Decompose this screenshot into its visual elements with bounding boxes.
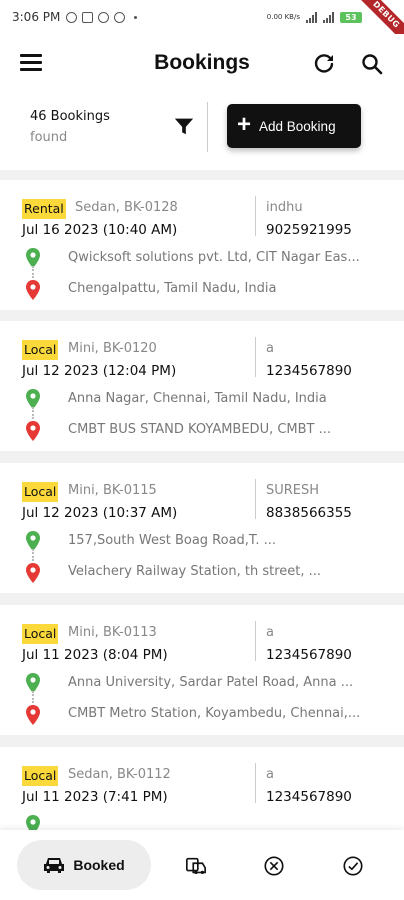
- booking-card[interactable]: Rental Sedan, BK-0128 Jul 16 2023 (10:40…: [0, 180, 404, 310]
- signal-icon: [306, 11, 317, 23]
- drop-location: CMBT Metro Station, Koyambedu, Chennai,.…: [68, 706, 361, 721]
- bookings-count-line2: found: [30, 130, 68, 145]
- booking-type-badge: Local: [22, 482, 59, 502]
- transport-icon[interactable]: [185, 855, 207, 877]
- drop-pin-icon: [26, 421, 40, 441]
- booking-datetime: Jul 11 2023 (8:04 PM): [22, 647, 168, 663]
- search-icon[interactable]: [360, 52, 384, 76]
- refresh-icon[interactable]: [312, 52, 336, 76]
- bookings-summary: 46 Bookings found + Add Booking: [0, 94, 404, 170]
- customer-phone: 1234567890: [266, 647, 352, 663]
- add-booking-button[interactable]: + Add Booking: [227, 104, 361, 148]
- cancel-circle-icon[interactable]: [263, 855, 285, 877]
- customer-phone: 8838566355: [266, 505, 352, 521]
- drop-pin-icon: [26, 280, 40, 300]
- customer-name: a: [266, 767, 274, 782]
- booking-vehicle: Sedan, BK-0112: [68, 767, 171, 782]
- app-notification-icon-2: [114, 11, 126, 23]
- route-dots: [32, 691, 34, 703]
- message-icon: [82, 11, 94, 23]
- customer-phone: 1234567890: [266, 789, 352, 805]
- card-divider: [255, 621, 256, 661]
- car-icon: [44, 858, 65, 873]
- customer-name: a: [266, 625, 274, 640]
- drop-location: Velachery Railway Station, th street, ..…: [68, 564, 322, 579]
- add-booking-label: Add Booking: [259, 118, 336, 134]
- route-dots: [32, 407, 34, 419]
- booking-vehicle: Mini, BK-0113: [68, 625, 157, 640]
- network-speed: 0.00 KB/s: [266, 13, 300, 21]
- customer-phone: 9025921995: [266, 222, 352, 238]
- drop-location: Chengalpattu, Tamil Nadu, India: [68, 281, 277, 296]
- booking-datetime: Jul 12 2023 (10:37 AM): [22, 505, 178, 521]
- pickup-location: 157,South West Boag Road,T. ...: [68, 533, 276, 548]
- booking-card[interactable]: Local Mini, BK-0120 Jul 12 2023 (12:04 P…: [0, 321, 404, 451]
- pickup-location: Qwicksoft solutions pvt. Ltd, CIT Nagar …: [68, 250, 360, 265]
- nav-booked-tab[interactable]: Booked: [17, 840, 151, 890]
- booking-vehicle: Mini, BK-0115: [68, 483, 157, 498]
- booking-type-badge: Local: [22, 624, 59, 644]
- bookings-count: 46 Bookings found: [30, 106, 110, 148]
- card-divider: [255, 196, 256, 236]
- plus-icon: +: [237, 111, 252, 138]
- booking-datetime: Jul 16 2023 (10:40 AM): [22, 222, 178, 238]
- route-dots: [32, 549, 34, 561]
- customer-name: a: [266, 341, 274, 356]
- app-bar: Bookings: [0, 34, 404, 94]
- booking-datetime: Jul 12 2023 (12:04 PM): [22, 363, 177, 379]
- status-time: 3:06 PM: [12, 10, 61, 24]
- booking-vehicle: Mini, BK-0120: [68, 341, 157, 356]
- booking-card[interactable]: Local Mini, BK-0113 Jul 11 2023 (8:04 PM…: [0, 605, 404, 735]
- page-title: Bookings: [154, 51, 250, 74]
- check-circle-icon[interactable]: [342, 855, 364, 877]
- customer-name: indhu: [266, 200, 303, 215]
- divider: [207, 102, 208, 152]
- battery-icon: 53: [340, 11, 362, 23]
- booking-type-badge: Rental: [22, 199, 66, 219]
- pickup-location: Anna Nagar, Chennai, Tamil Nadu, India: [68, 391, 327, 406]
- more-notifications-icon: [134, 15, 138, 19]
- nav-booked-label: Booked: [73, 857, 125, 873]
- status-bar: 3:06 PM 0.00 KB/s 53 DEBUG: [0, 0, 404, 49]
- signal-icon-2: [323, 11, 334, 23]
- pickup-pin-icon: [26, 673, 40, 693]
- customer-name: SURESH: [266, 483, 320, 498]
- drop-pin-icon: [26, 563, 40, 583]
- drop-pin-icon: [26, 705, 40, 725]
- pickup-location: Anna University, Sardar Patel Road, Anna…: [68, 675, 354, 690]
- bookings-count-line1: 46 Bookings: [30, 109, 110, 124]
- bottom-navigation: Booked: [0, 830, 404, 900]
- pickup-pin-icon: [26, 531, 40, 551]
- drop-location: CMBT BUS STAND KOYAMBEDU, CMBT ...: [68, 422, 332, 437]
- pickup-pin-icon: [26, 248, 40, 268]
- customer-phone: 1234567890: [266, 363, 352, 379]
- booking-card[interactable]: Local Mini, BK-0115 Jul 12 2023 (10:37 A…: [0, 463, 404, 593]
- alarm-icon: [66, 11, 78, 23]
- booking-vehicle: Sedan, BK-0128: [75, 200, 178, 215]
- battery-level: 53: [345, 12, 357, 22]
- booking-datetime: Jul 11 2023 (7:41 PM): [22, 789, 168, 805]
- route-dots: [32, 266, 34, 278]
- booking-type-badge: Local: [22, 340, 59, 360]
- pickup-pin-icon: [26, 389, 40, 409]
- app-notification-icon: [98, 11, 110, 23]
- card-divider: [255, 479, 256, 519]
- card-divider: [255, 337, 256, 377]
- booking-type-badge: Local: [22, 766, 59, 786]
- card-divider: [255, 763, 256, 803]
- filter-icon[interactable]: [173, 115, 195, 137]
